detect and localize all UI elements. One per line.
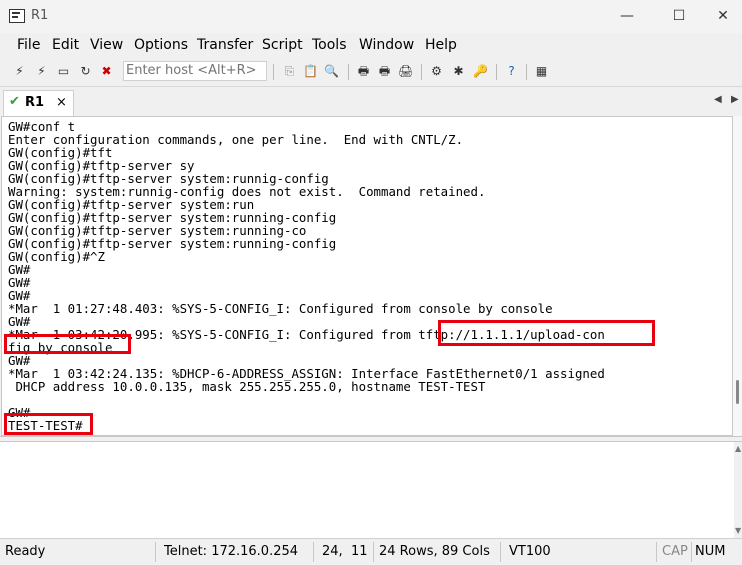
key-map-icon[interactable]: 🔑 [473,64,488,79]
status-terminal-size: 24 Rows, 89 Cols [379,544,490,559]
menu-script[interactable]: Script [262,37,303,53]
highlight-box [4,413,93,435]
terminal-scrollbar[interactable] [733,116,742,436]
highlight-box [438,320,655,346]
menu-transfer[interactable]: Transfer [197,37,253,53]
terminal-output[interactable]: GW#conf t Enter configuration commands, o… [1,116,733,436]
menu-bar: File Edit View Options Transfer Script T… [0,33,742,58]
scroll-down-icon[interactable]: ▼ [735,526,741,535]
tab-label: R1 [25,95,45,110]
disconnect-icon[interactable]: ✖ [99,64,114,79]
status-cursor-position: 24, 11 [322,544,368,559]
toolbar-separator [421,64,422,80]
connect-tab-icon[interactable]: ▭ [56,64,71,79]
status-separator [500,542,501,562]
status-num-lock: NUM [695,544,726,559]
status-emulation: VT100 [509,544,551,559]
toolbar-separator [496,64,497,80]
status-separator [691,542,692,562]
status-separator [373,542,374,562]
print-selection-icon[interactable]: 🖶 [377,64,392,79]
toolbar-separator [273,64,274,80]
maximize-button[interactable]: ☐ [656,0,702,33]
tab-r1[interactable]: ✔ R1 × [3,90,74,116]
status-bar: Ready Telnet: 172.16.0.254 24, 11 24 Row… [0,538,742,565]
menu-help[interactable]: Help [425,37,457,53]
command-window-scrollbar[interactable]: ▲ ▼ [734,442,742,538]
session-options-icon[interactable]: ⚙ [429,64,444,79]
help-icon[interactable]: ? [504,64,519,79]
global-options-icon[interactable]: ✱ [451,64,466,79]
copy-icon[interactable]: ⎘ [282,64,297,79]
window-title: R1 [31,8,49,23]
status-separator [313,542,314,562]
host-input[interactable] [123,61,267,81]
command-window[interactable] [0,442,734,538]
menu-edit[interactable]: Edit [52,37,79,53]
quick-connect-icon[interactable]: ⚡ [34,64,49,79]
menu-options[interactable]: Options [134,37,188,53]
scroll-up-icon[interactable]: ▲ [735,444,741,453]
minimize-button[interactable]: — [604,0,650,33]
tab-close-icon[interactable]: × [56,95,67,110]
status-separator [155,542,156,562]
title-bar: R1 — ☐ ✕ [0,0,742,33]
sftp-icon[interactable]: ▦ [534,64,549,79]
print-icon[interactable]: 🖨 [398,64,413,79]
tab-scroll-left-icon[interactable]: ◀ [714,94,722,105]
terminal-line: *Mar 1 01:27:48.403: %SYS-5-CONFIG_I: Co… [8,301,553,316]
menu-window[interactable]: Window [359,37,414,53]
highlight-box [4,334,131,354]
paste-icon[interactable]: 📋 [303,64,318,79]
tab-bar: ✔ R1 × ◀ ▶ [0,87,742,116]
status-separator [656,542,657,562]
app-icon [9,9,25,23]
menu-file[interactable]: File [17,37,40,53]
menu-tools[interactable]: Tools [312,37,347,53]
find-icon[interactable]: 🔍 [324,64,339,79]
reconnect-icon[interactable]: ↻ [78,64,93,79]
tab-scroll-right-icon[interactable]: ▶ [731,94,739,105]
toolbar-separator [526,64,527,80]
close-button[interactable]: ✕ [700,0,742,33]
print-screen-icon[interactable]: 🖶 [356,64,371,79]
status-connection: Telnet: 172.16.0.254 [164,544,299,559]
menu-view[interactable]: View [90,37,123,53]
status-ready: Ready [5,544,46,559]
connect-icon[interactable]: ⚡ [12,64,27,79]
connected-check-icon: ✔ [9,94,20,109]
scrollbar-thumb[interactable] [736,380,739,404]
status-caps-lock: CAP [662,544,688,559]
toolbar-separator [348,64,349,80]
terminal-line: DHCP address 10.0.0.135, mask 255.255.25… [8,379,486,394]
toolbar: ⚡ ⚡ ▭ ↻ ✖ ⎘ 📋 🔍 🖶 🖶 🖨 ⚙ ✱ 🔑 ? ▦ [0,58,742,87]
